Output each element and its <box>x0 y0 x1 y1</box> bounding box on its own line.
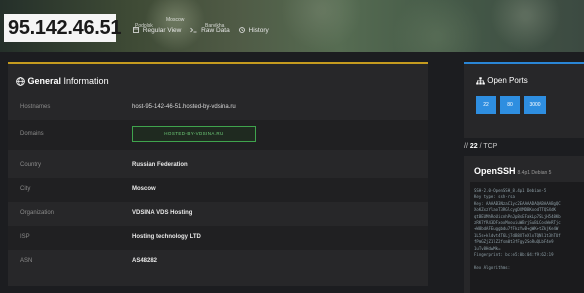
info-row-organization: Organization VDSINA VDS Hosting <box>8 202 428 226</box>
header-banner: 95.142.46.51 Moscow Podolsk Barvikha Reg… <box>0 0 584 52</box>
info-row-city: City Moscow <box>8 178 428 202</box>
info-label: Hostnames <box>20 104 51 110</box>
service-product: OpenSSH <box>474 166 516 176</box>
isp-value: Hosting technology LTD <box>132 234 201 240</box>
info-row-hostnames: Hostnames host-95-142-46-51.hosted-by-vd… <box>8 96 428 120</box>
service-banner: SSH-2.0-OpenSSH_8.4p1 Debian-5 Key type:… <box>470 182 584 293</box>
history-link[interactable]: History <box>238 27 269 34</box>
hostname-value: host-95-142-46-51.hosted-by-vdsina.ru <box>132 104 236 110</box>
general-information-card: General Information Hostnames host-95-14… <box>8 62 428 286</box>
organization-value: VDSINA VDS Hosting <box>132 210 193 216</box>
history-label: History <box>248 27 269 34</box>
asn-value: AS48282 <box>132 258 158 264</box>
regular-view-label: Regular View <box>142 27 182 34</box>
domain-tag-link[interactable]: HOSTED-BY-VDSINA.RU <box>132 126 256 142</box>
network-icon <box>476 77 485 85</box>
regular-view-link[interactable]: Regular View <box>133 27 181 34</box>
open-ports-label: Open Ports <box>487 76 528 85</box>
port-button[interactable]: 3000 <box>524 96 546 114</box>
ip-address-title: 95.142.46.51 <box>4 14 121 42</box>
globe-icon <box>16 77 25 86</box>
general-title-rest: Information <box>61 76 109 86</box>
map-label: Moscow <box>166 17 185 23</box>
general-title-bold: General <box>27 76 62 86</box>
service-name: OpenSSH 8.4p1 Debian 5 <box>474 166 551 176</box>
service-card: OpenSSH 8.4p1 Debian 5 SSH-2.0-OpenSSH_8.… <box>464 156 584 293</box>
info-row-domains: Domains HOSTED-BY-VDSINA.RU <box>8 120 428 150</box>
info-label: Organization <box>20 210 55 216</box>
open-ports-card: Open Ports 22 80 3000 <box>464 62 584 138</box>
city-value: Moscow <box>132 186 156 192</box>
history-icon <box>238 27 247 34</box>
country-value: Russian Federation <box>132 162 188 168</box>
open-ports-title: Open Ports <box>476 76 528 85</box>
info-row-asn: ASN AS48282 <box>8 250 428 274</box>
port-protocol: / TCP <box>477 143 498 150</box>
raw-data-link[interactable]: Raw Data <box>190 27 230 34</box>
port-button[interactable]: 80 <box>500 96 520 114</box>
info-label: Domains <box>20 131 44 137</box>
info-label: City <box>20 186 31 192</box>
general-information-title: General Information <box>16 76 109 86</box>
raw-data-label: Raw Data <box>201 27 230 34</box>
info-label: Country <box>20 162 42 168</box>
service-version: 8.4p1 Debian 5 <box>517 170 552 176</box>
raw-data-icon <box>190 27 199 34</box>
port-number: 22 <box>469 143 478 150</box>
port-section-header: // 22 / TCP <box>464 143 497 150</box>
info-row-country: Country Russian Federation <box>8 154 428 178</box>
info-label: ASN <box>20 258 33 264</box>
info-row-isp: ISP Hosting technology LTD <box>8 226 428 250</box>
view-nav: Regular View Raw Data History <box>133 27 269 34</box>
regular-view-icon <box>133 27 141 34</box>
info-label: ISP <box>20 234 30 240</box>
port-button[interactable]: 22 <box>476 96 496 114</box>
